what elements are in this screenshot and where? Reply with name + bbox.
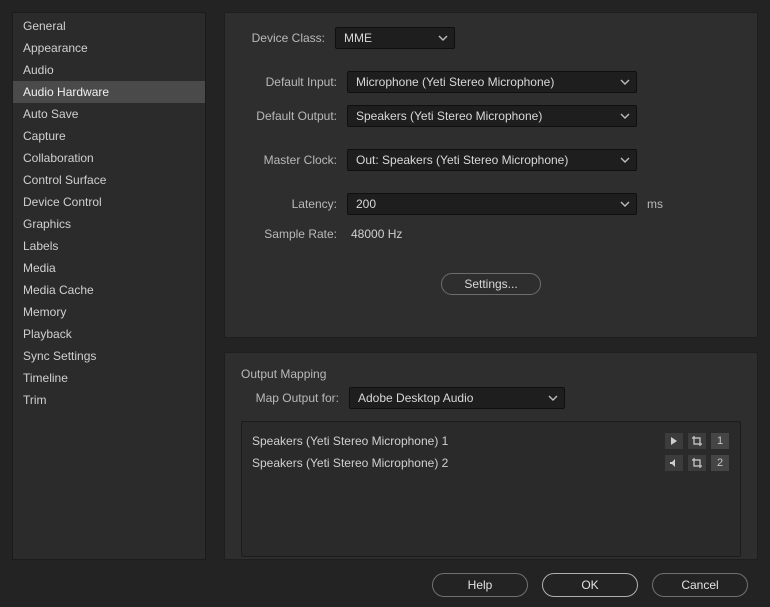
cancel-button[interactable]: Cancel xyxy=(652,573,748,597)
output-mapping-list: Speakers (Yeti Stereo Microphone) 11Spea… xyxy=(241,421,741,557)
output-channel-name: Speakers (Yeti Stereo Microphone) 1 xyxy=(252,434,664,448)
sidebar-item-memory[interactable]: Memory xyxy=(13,301,205,323)
output-mapping-title: Output Mapping xyxy=(241,367,741,381)
crop-icon[interactable] xyxy=(687,432,707,450)
channel-number[interactable]: 1 xyxy=(710,432,730,450)
default-input-label: Default Input: xyxy=(245,75,337,89)
default-output-select[interactable]: Speakers (Yeti Stereo Microphone) xyxy=(347,105,637,127)
speaker-icon[interactable] xyxy=(664,454,684,472)
crop-icon[interactable] xyxy=(687,454,707,472)
master-clock-value: Out: Speakers (Yeti Stereo Microphone) xyxy=(356,153,568,167)
preferences-sidebar: GeneralAppearanceAudioAudio HardwareAuto… xyxy=(12,12,206,560)
master-clock-select[interactable]: Out: Speakers (Yeti Stereo Microphone) xyxy=(347,149,637,171)
dialog-footer: Help OK Cancel xyxy=(0,563,770,607)
default-output-label: Default Output: xyxy=(245,109,337,123)
sidebar-item-collaboration[interactable]: Collaboration xyxy=(13,147,205,169)
device-class-value: MME xyxy=(344,31,372,45)
audio-hardware-panel: Device Class: MME Default Input: Microph… xyxy=(224,12,758,338)
output-mapping-row: Speakers (Yeti Stereo Microphone) 1 1 xyxy=(252,430,730,452)
sidebar-item-trim[interactable]: Trim xyxy=(13,389,205,411)
chevron-down-icon xyxy=(548,393,558,403)
sidebar-item-sync-settings[interactable]: Sync Settings xyxy=(13,345,205,367)
latency-select[interactable]: 200 xyxy=(347,193,637,215)
device-class-label: Device Class: xyxy=(241,31,325,45)
latency-unit: ms xyxy=(647,197,663,211)
help-button[interactable]: Help xyxy=(432,573,528,597)
latency-label: Latency: xyxy=(245,197,337,211)
output-row-icons: 2 xyxy=(664,454,730,472)
chevron-down-icon xyxy=(620,199,630,209)
sidebar-item-control-surface[interactable]: Control Surface xyxy=(13,169,205,191)
sample-rate-value: 48000 Hz xyxy=(351,227,402,241)
sidebar-item-media-cache[interactable]: Media Cache xyxy=(13,279,205,301)
default-input-select[interactable]: Microphone (Yeti Stereo Microphone) xyxy=(347,71,637,93)
map-output-value: Adobe Desktop Audio xyxy=(358,391,473,405)
channel-number[interactable]: 2 xyxy=(710,454,730,472)
chevron-down-icon xyxy=(620,77,630,87)
sidebar-item-auto-save[interactable]: Auto Save xyxy=(13,103,205,125)
sidebar-item-audio-hardware[interactable]: Audio Hardware xyxy=(13,81,205,103)
play-icon[interactable] xyxy=(664,432,684,450)
output-mapping-row: Speakers (Yeti Stereo Microphone) 2 2 xyxy=(252,452,730,474)
output-channel-name: Speakers (Yeti Stereo Microphone) 2 xyxy=(252,456,664,470)
chevron-down-icon xyxy=(438,33,448,43)
sample-rate-label: Sample Rate: xyxy=(245,227,337,241)
settings-button[interactable]: Settings... xyxy=(441,273,541,295)
chevron-down-icon xyxy=(620,155,630,165)
latency-value: 200 xyxy=(356,197,376,211)
sidebar-item-playback[interactable]: Playback xyxy=(13,323,205,345)
master-clock-label: Master Clock: xyxy=(245,153,337,167)
sidebar-item-timeline[interactable]: Timeline xyxy=(13,367,205,389)
sidebar-item-labels[interactable]: Labels xyxy=(13,235,205,257)
sidebar-item-general[interactable]: General xyxy=(13,15,205,37)
sidebar-item-audio[interactable]: Audio xyxy=(13,59,205,81)
ok-button[interactable]: OK xyxy=(542,573,638,597)
sidebar-item-device-control[interactable]: Device Control xyxy=(13,191,205,213)
output-row-icons: 1 xyxy=(664,432,730,450)
default-output-value: Speakers (Yeti Stereo Microphone) xyxy=(356,109,542,123)
sidebar-item-graphics[interactable]: Graphics xyxy=(13,213,205,235)
chevron-down-icon xyxy=(620,111,630,121)
device-class-select[interactable]: MME xyxy=(335,27,455,49)
map-output-label: Map Output for: xyxy=(247,391,339,405)
sidebar-item-media[interactable]: Media xyxy=(13,257,205,279)
default-input-value: Microphone (Yeti Stereo Microphone) xyxy=(356,75,554,89)
map-output-select[interactable]: Adobe Desktop Audio xyxy=(349,387,565,409)
sidebar-item-capture[interactable]: Capture xyxy=(13,125,205,147)
sidebar-item-appearance[interactable]: Appearance xyxy=(13,37,205,59)
output-mapping-panel: Output Mapping Map Output for: Adobe Des… xyxy=(224,352,758,560)
